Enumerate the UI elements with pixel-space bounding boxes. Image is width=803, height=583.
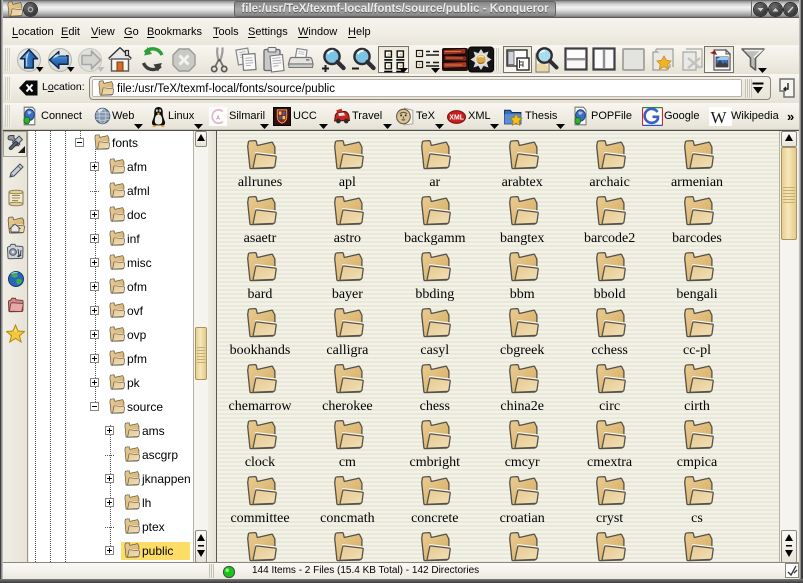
svg-text:A: A xyxy=(216,115,220,121)
svg-text:W: W xyxy=(711,108,728,126)
svg-text:XML: XML xyxy=(449,115,463,122)
